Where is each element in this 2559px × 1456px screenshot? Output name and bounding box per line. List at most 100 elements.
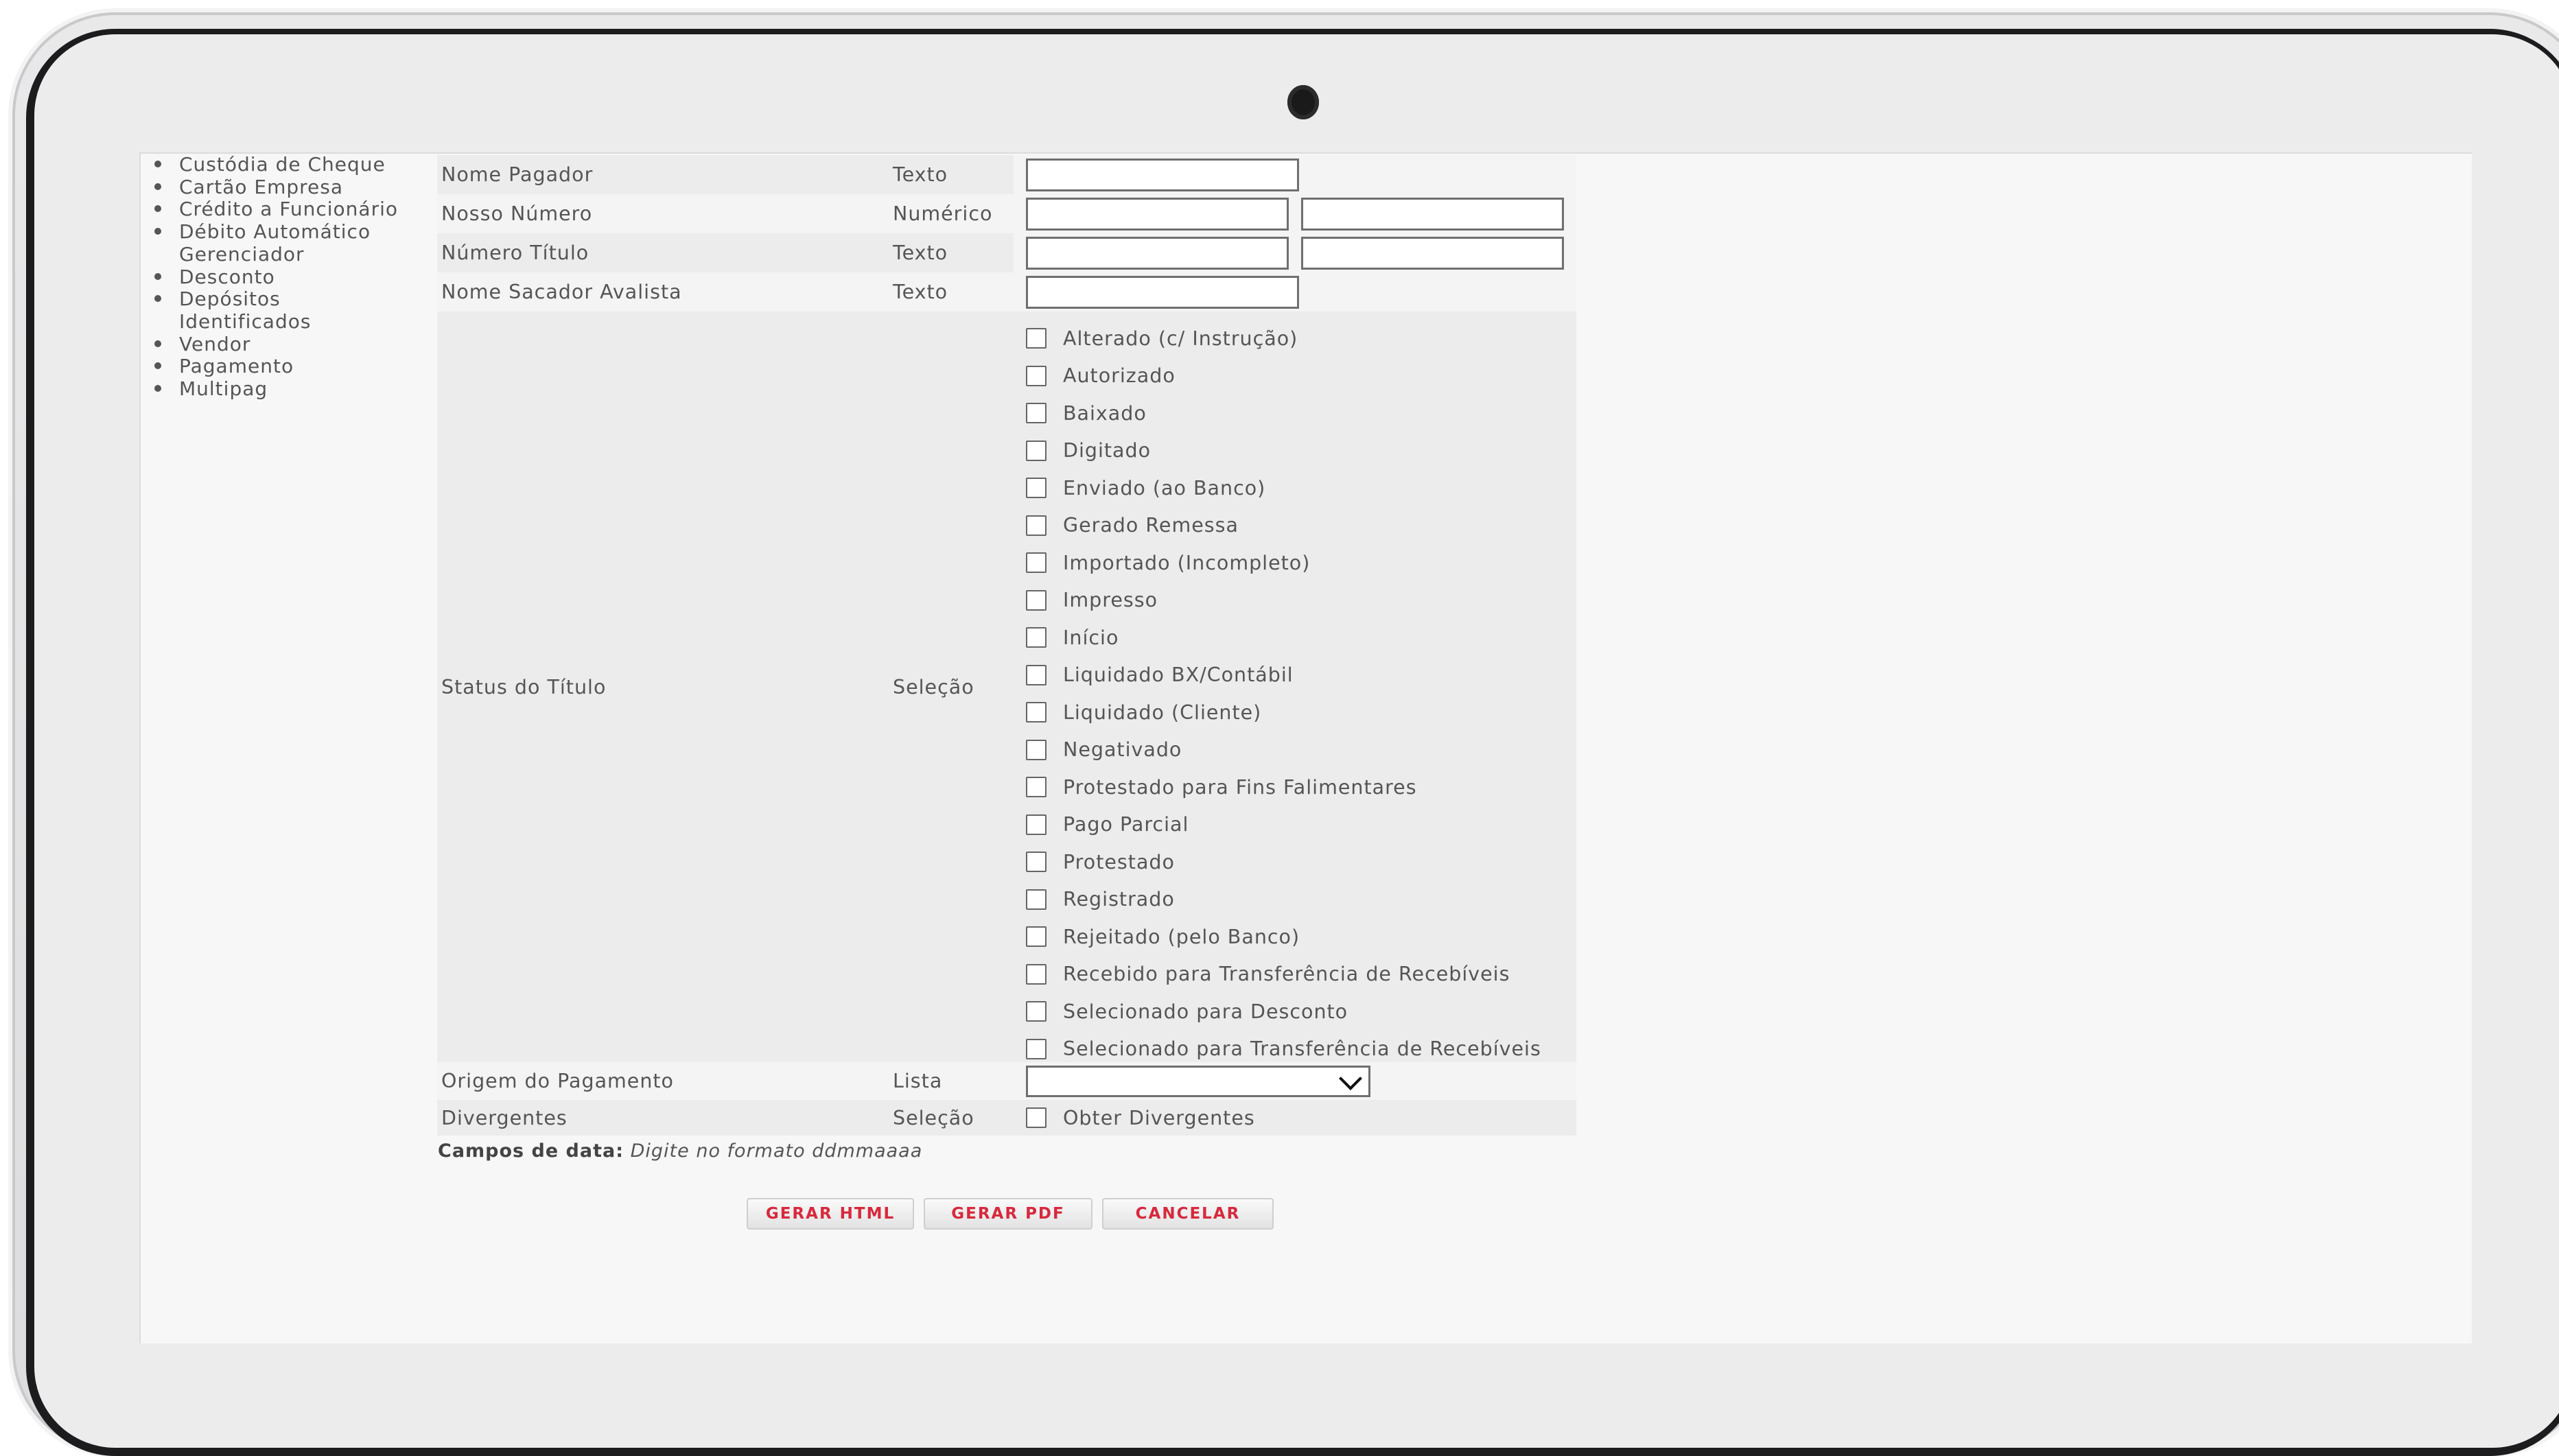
- status-option-label: Importado (Incompleto): [1063, 551, 1311, 574]
- field-label: Status do Título: [437, 312, 886, 1062]
- status-option[interactable]: Registrado: [1026, 881, 1541, 919]
- status-checkbox[interactable]: [1026, 589, 1047, 611]
- status-checkbox[interactable]: [1026, 1001, 1047, 1022]
- status-option[interactable]: Início: [1026, 619, 1541, 657]
- status-checkbox[interactable]: [1026, 515, 1047, 536]
- bullet-icon: [154, 161, 161, 167]
- status-checkbox[interactable]: [1026, 963, 1047, 985]
- status-option[interactable]: Gerado Remessa: [1026, 507, 1541, 545]
- status-option[interactable]: Liquidado (Cliente): [1026, 694, 1541, 731]
- field-inputs: [1014, 1062, 1576, 1100]
- nosso-numero-to-input[interactable]: [1301, 197, 1564, 231]
- status-option[interactable]: Negativado: [1026, 731, 1541, 769]
- status-checkbox[interactable]: [1026, 702, 1047, 723]
- bullet-icon: [154, 362, 161, 370]
- sidebar-item-label[interactable]: Multipag: [179, 377, 268, 400]
- status-option[interactable]: Protestado para Fins Falimentares: [1026, 768, 1541, 806]
- status-checkbox[interactable]: [1026, 478, 1047, 499]
- sidebar-item-label[interactable]: Crédito a Funcionário: [179, 198, 398, 221]
- status-option[interactable]: Alterado (c/ Instrução): [1026, 320, 1541, 357]
- status-option-label: Início: [1063, 626, 1119, 649]
- sidebar-item-multipag[interactable]: Multipag: [150, 377, 439, 401]
- obter-divergentes-checkbox[interactable]: [1026, 1107, 1047, 1128]
- sidebar-item-label[interactable]: Depósitos: [179, 287, 281, 310]
- origem-do-pagamento-select[interactable]: [1026, 1065, 1370, 1097]
- field-type: Seleção: [886, 312, 1014, 1062]
- nosso-numero-from-input[interactable]: [1026, 197, 1289, 231]
- status-option[interactable]: Selecionado para Desconto: [1026, 993, 1541, 1031]
- status-checkbox[interactable]: [1026, 440, 1047, 461]
- status-option-label: Digitado: [1063, 439, 1152, 462]
- form-row-nome-sacador-avalista: Nome Sacador Avalista Texto: [437, 272, 1576, 312]
- status-checkbox[interactable]: [1026, 552, 1047, 574]
- status-checkbox[interactable]: [1026, 328, 1047, 349]
- action-buttons: GERAR HTML GERAR PDF CANCELAR: [747, 1198, 1283, 1230]
- status-checkbox[interactable]: [1026, 403, 1047, 424]
- sidebar-item-credito-a-funcionario[interactable]: Crédito a Funcionário: [150, 198, 439, 221]
- status-checkbox[interactable]: [1026, 365, 1047, 386]
- field-label: Origem do Pagamento: [437, 1062, 886, 1100]
- status-option-label: Baixado: [1063, 401, 1147, 425]
- numero-titulo-from-input[interactable]: [1026, 236, 1289, 270]
- status-option-label: Registrado: [1063, 888, 1175, 911]
- status-checkbox[interactable]: [1026, 814, 1047, 835]
- form-row-divergentes: Divergentes Seleção Obter Divergentes: [437, 1100, 1576, 1136]
- sidebar-item-cartao-empresa[interactable]: Cartão Empresa: [150, 176, 439, 199]
- status-option[interactable]: Digitado: [1026, 432, 1541, 470]
- field-type: Texto: [886, 155, 1014, 194]
- form-row-nosso-numero: Nosso Número Numérico: [437, 194, 1576, 233]
- sidebar-item-label[interactable]: Vendor: [179, 333, 250, 355]
- sidebar-item-sublabel[interactable]: Identificados: [179, 310, 311, 333]
- checkbox-label: Obter Divergentes: [1063, 1106, 1255, 1129]
- status-checkbox[interactable]: [1026, 889, 1047, 910]
- gerar-pdf-button[interactable]: GERAR PDF: [924, 1198, 1092, 1230]
- status-option[interactable]: Protestado: [1026, 843, 1541, 881]
- field-label: Nome Sacador Avalista: [437, 272, 886, 312]
- status-checkbox[interactable]: [1026, 664, 1047, 685]
- sidebar-item-sublabel[interactable]: Gerenciador: [179, 243, 305, 266]
- status-option[interactable]: Enviado (ao Banco): [1026, 469, 1541, 507]
- gerar-html-button[interactable]: GERAR HTML: [747, 1198, 914, 1230]
- sidebar-item-label[interactable]: Custódia de Cheque: [179, 154, 386, 176]
- status-option[interactable]: Baixado: [1026, 395, 1541, 432]
- sidebar-item-label[interactable]: Desconto: [179, 266, 275, 288]
- status-option-label: Liquidado BX/Contábil: [1063, 664, 1294, 687]
- status-checkbox[interactable]: [1026, 739, 1047, 760]
- status-checkbox[interactable]: [1026, 852, 1047, 873]
- status-option-label: Liquidado (Cliente): [1063, 701, 1262, 724]
- status-option[interactable]: Impresso: [1026, 582, 1541, 620]
- status-checklist: Alterado (c/ Instrução) Autorizado Baixado…: [1014, 312, 1576, 1062]
- status-option[interactable]: Importado (Incompleto): [1026, 544, 1541, 582]
- numero-titulo-to-input[interactable]: [1301, 236, 1564, 270]
- form-row-origem-do-pagamento: Origem do Pagamento Lista: [437, 1062, 1576, 1100]
- sidebar-item-label[interactable]: Pagamento: [179, 355, 294, 377]
- status-checkbox[interactable]: [1026, 1038, 1047, 1059]
- sidebar-item-custodia-de-cheque[interactable]: Custódia de Cheque: [150, 154, 439, 176]
- chevron-down-icon: [1339, 1066, 1362, 1090]
- sidebar-item-label[interactable]: Débito Automático: [179, 220, 371, 243]
- camera-icon: [1287, 85, 1319, 119]
- sidebar-item-vendor[interactable]: Vendor: [150, 333, 439, 356]
- sidebar-item-label[interactable]: Cartão Empresa: [179, 176, 343, 198]
- status-option[interactable]: Pago Parcial: [1026, 806, 1541, 844]
- nome-sacador-avalista-input[interactable]: [1026, 275, 1299, 309]
- note-bold: Campos de data:: [438, 1140, 624, 1162]
- status-options: Alterado (c/ Instrução) Autorizado Baixado…: [1026, 312, 1541, 1068]
- sidebar-item-depositos[interactable]: Depósitos Identificados: [150, 287, 439, 333]
- status-option[interactable]: Autorizado: [1026, 357, 1541, 395]
- status-option[interactable]: Rejeitado (pelo Banco): [1026, 918, 1541, 956]
- sidebar-item-desconto[interactable]: Desconto: [150, 266, 439, 289]
- status-checkbox[interactable]: [1026, 926, 1047, 948]
- nome-pagador-input[interactable]: [1026, 158, 1299, 191]
- status-option-label: Impresso: [1063, 589, 1158, 612]
- status-option[interactable]: Liquidado BX/Contábil: [1026, 657, 1541, 694]
- status-option-label: Pago Parcial: [1063, 813, 1189, 836]
- cancelar-button[interactable]: CANCELAR: [1102, 1198, 1274, 1230]
- status-checkbox[interactable]: [1026, 777, 1047, 798]
- sidebar-item-pagamento[interactable]: Pagamento: [150, 355, 439, 378]
- sidebar-item-debito-automatico[interactable]: Débito Automático Gerenciador: [150, 220, 439, 266]
- divergentes-option[interactable]: Obter Divergentes: [1026, 1100, 1255, 1136]
- status-checkbox[interactable]: [1026, 627, 1047, 648]
- field-inputs: [1014, 155, 1576, 194]
- status-option[interactable]: Recebido para Transferência de Recebívei…: [1026, 956, 1541, 994]
